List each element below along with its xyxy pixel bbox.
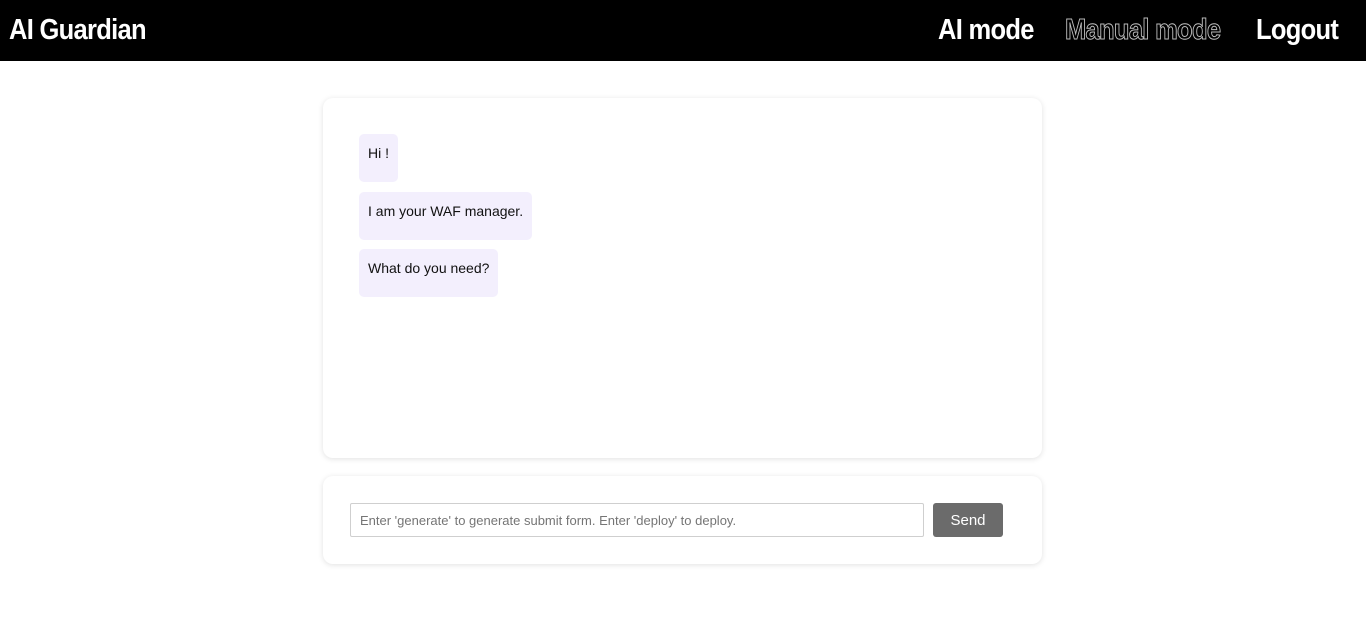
nav-logout-link[interactable]: Logout [1256, 13, 1339, 47]
nav-ai-mode-link[interactable]: AI mode [938, 13, 1034, 47]
nav-manual-mode-link[interactable]: Manual mode [1065, 13, 1222, 47]
top-navbar: AI Guardian AI mode Manual mode Logout [0, 0, 1366, 61]
message-composer: Send [323, 476, 1042, 564]
chat-window: Hi ! I am your WAF manager. What do you … [323, 98, 1042, 458]
send-button[interactable]: Send [933, 503, 1003, 537]
message-input[interactable] [350, 503, 924, 537]
chat-message: What do you need? [359, 249, 499, 297]
brand-title: AI Guardian [9, 14, 147, 46]
chat-message: I am your WAF manager. [359, 192, 533, 240]
chat-message: Hi ! [359, 134, 398, 182]
